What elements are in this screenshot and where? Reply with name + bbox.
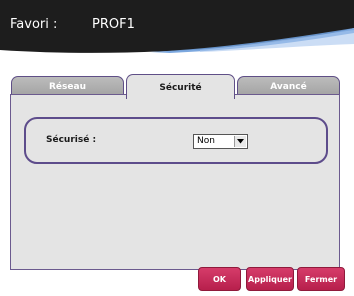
secured-select-value: Non [197,136,215,146]
chevron-down-icon[interactable] [234,136,246,147]
dialog-header: Favori : PROF1 [0,0,354,58]
ok-button[interactable]: OK [198,267,241,291]
profile-name: PROF1 [92,17,135,32]
security-group-box: Sécurisé : Non [24,117,328,164]
favorite-dialog: Favori : PROF1 Réseau Sécurité Avancé Séc… [0,0,354,296]
favorite-label: Favori : [10,17,58,32]
secured-label: Sécurisé : [46,135,97,145]
apply-button[interactable]: Appliquer [246,267,294,291]
tab-securite[interactable]: Sécurité [126,74,235,99]
secured-select[interactable]: Non [193,134,248,149]
header-title: Favori : PROF1 [10,17,135,32]
close-button[interactable]: Fermer [297,267,345,291]
